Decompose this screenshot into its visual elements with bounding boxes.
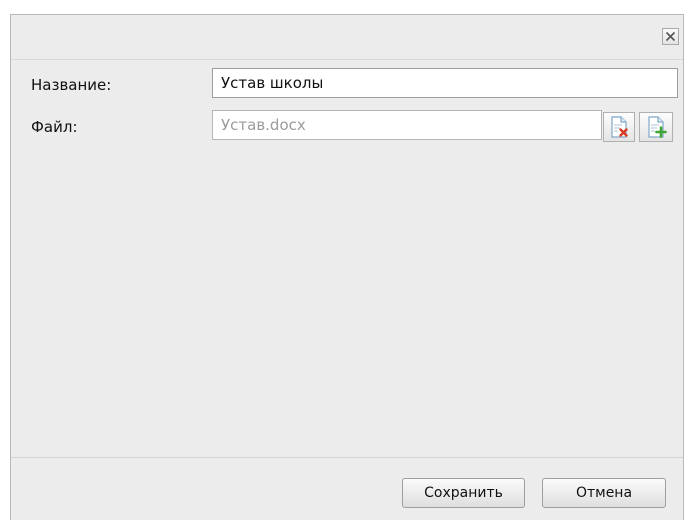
cancel-button[interactable]: Отмена [542,478,666,508]
document-add-icon [648,116,667,138]
dialog-footer: Сохранить Отмена [11,457,683,520]
name-input[interactable] [212,68,678,98]
add-file-button[interactable] [639,112,673,142]
close-button[interactable] [662,28,679,45]
save-button[interactable]: Сохранить [402,478,525,508]
document-remove-icon [611,116,628,138]
name-label: Название: [31,76,112,94]
file-label: Файл: [31,118,78,136]
edit-document-dialog: Название: Файл: Сохранить Отмена [10,14,684,520]
dialog-form: Название: Файл: [11,59,683,458]
file-input[interactable] [212,110,602,140]
close-icon [665,31,676,42]
remove-file-button[interactable] [603,112,635,142]
dialog-titlebar [11,15,683,59]
